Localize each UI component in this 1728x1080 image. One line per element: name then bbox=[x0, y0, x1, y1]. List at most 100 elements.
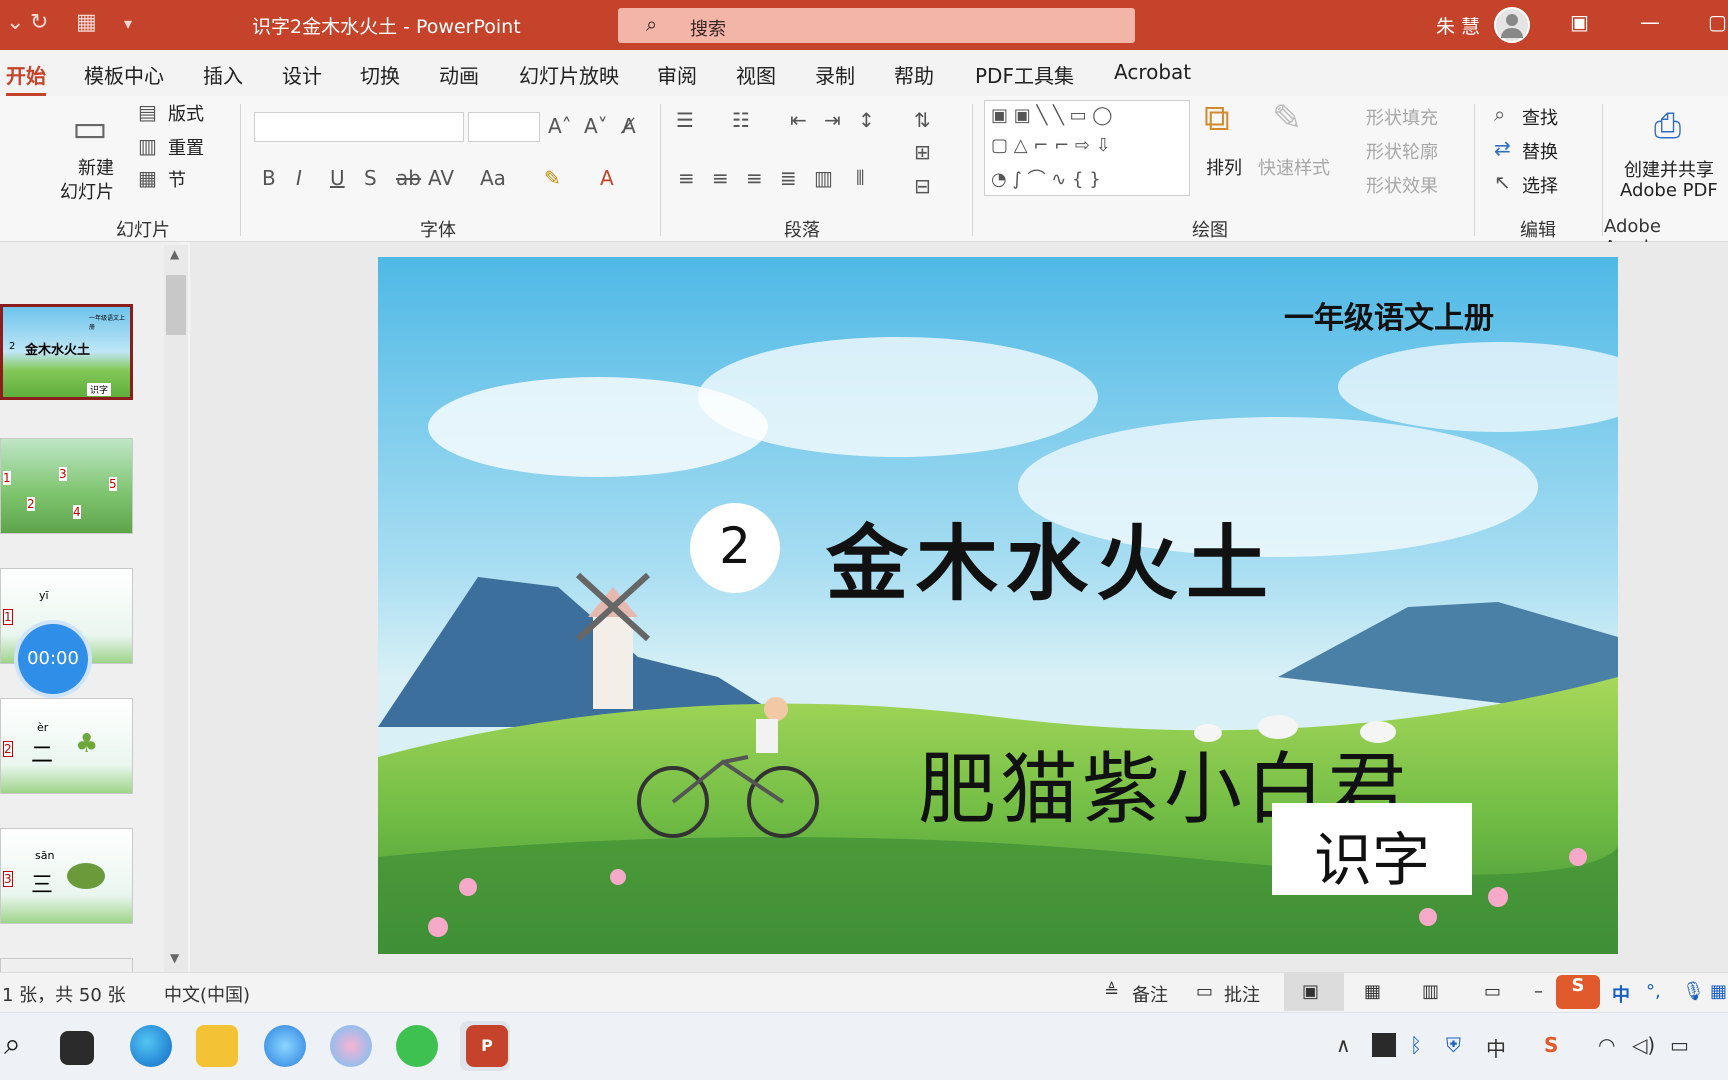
shapes-gallery[interactable]: ▣ ▣ ╲ ╲ ▭ ◯ ▢ △ ⌐ ⌐ ⇨ ⇩ ◔ ∫ ⌒ ∿ { } bbox=[984, 100, 1190, 196]
app-icon[interactable] bbox=[330, 1025, 372, 1067]
quick-styles-icon[interactable]: ✎ bbox=[1272, 98, 1302, 139]
arrange-button[interactable]: 排列 bbox=[1206, 154, 1242, 180]
shape-effects-button[interactable]: 形状效果 bbox=[1366, 172, 1438, 198]
lesson-number-circle[interactable]: 2 bbox=[690, 503, 780, 593]
text-direction-icon[interactable]: ⇅ bbox=[914, 108, 931, 132]
textbox-shape-icon[interactable]: ▣ ▣ ╲ ╲ ▭ ◯ bbox=[991, 105, 1112, 126]
search-box[interactable]: ⌕ 搜索 bbox=[618, 8, 1135, 43]
find-icon[interactable]: ⌕ bbox=[1494, 102, 1505, 126]
bluetooth-icon[interactable]: ᛒ bbox=[1410, 1033, 1422, 1057]
comments-button[interactable]: 批注 bbox=[1224, 981, 1260, 1007]
reset-icon[interactable]: ▥ bbox=[138, 134, 157, 158]
maximize-icon[interactable]: ▢ bbox=[1708, 10, 1727, 34]
font-size-select[interactable] bbox=[468, 112, 540, 142]
section-icon[interactable]: ▦ bbox=[138, 166, 157, 190]
scroll-down-icon[interactable]: ▼ bbox=[170, 951, 179, 965]
layout-button[interactable]: 版式 bbox=[168, 100, 204, 126]
layout-icon[interactable]: ▤ bbox=[138, 100, 157, 124]
font-color-icon[interactable]: A bbox=[600, 166, 614, 190]
edge-icon[interactable] bbox=[130, 1025, 172, 1067]
italic-icon[interactable]: I bbox=[296, 166, 302, 190]
freeform-shapes-icon[interactable]: ◔ ∫ ⌒ ∿ { } bbox=[991, 165, 1101, 191]
tab-slideshow[interactable]: 幻灯片放映 bbox=[519, 60, 619, 89]
ime-tray[interactable]: 中 bbox=[1486, 1033, 1506, 1062]
tab-transitions[interactable]: 切换 bbox=[360, 60, 400, 89]
align-left-icon[interactable]: ≡ bbox=[678, 166, 695, 190]
smartart-icon[interactable]: ⊟ bbox=[914, 174, 931, 198]
notes-icon[interactable]: ≜ bbox=[1104, 981, 1119, 1002]
presentation-icon[interactable]: ▦ bbox=[76, 10, 97, 35]
redo-icon[interactable]: ↻ bbox=[30, 10, 48, 35]
font-family-select[interactable] bbox=[254, 112, 464, 142]
decrease-indent-icon[interactable]: ⇤ bbox=[790, 108, 807, 132]
tag-box[interactable]: 识字 bbox=[1272, 803, 1472, 895]
microphone-icon[interactable]: 🎙 bbox=[1682, 981, 1705, 1002]
create-share-button[interactable]: 创建并共享 bbox=[1624, 156, 1714, 182]
recording-timer[interactable]: 00:00 bbox=[18, 624, 88, 694]
file-explorer-icon[interactable] bbox=[196, 1025, 238, 1067]
shadow-icon[interactable]: S bbox=[364, 166, 377, 190]
thumbnail-scrollbar[interactable]: ▲ ▼ bbox=[164, 245, 188, 972]
shape-fill-button[interactable]: 形状填充 bbox=[1366, 104, 1438, 130]
arrange-icon[interactable]: ⧉ bbox=[1204, 98, 1230, 140]
char-spacing-icon[interactable]: AV bbox=[428, 166, 454, 190]
comments-icon[interactable]: ▭ bbox=[1196, 981, 1213, 1002]
tab-pdf-tools[interactable]: PDF工具集 bbox=[975, 60, 1074, 89]
zoom-out-icon[interactable]: – bbox=[1534, 981, 1543, 1002]
user-name[interactable]: 朱 慧 bbox=[1436, 12, 1480, 39]
strikethrough-icon[interactable]: ab bbox=[396, 166, 421, 190]
tab-template-center[interactable]: 模板中心 bbox=[84, 60, 164, 89]
defender-icon[interactable]: ⛨ bbox=[1446, 1033, 1461, 1057]
volume-icon[interactable]: ◁) bbox=[1632, 1033, 1655, 1057]
slide-sorter-icon[interactable]: ▦ bbox=[1364, 981, 1381, 1002]
line-spacing-icon[interactable]: ↕ bbox=[858, 108, 875, 132]
language-indicator[interactable]: 中文(中国) bbox=[164, 981, 250, 1007]
grow-font-icon[interactable]: A˄ bbox=[548, 114, 572, 138]
tab-acrobat[interactable]: Acrobat bbox=[1114, 60, 1191, 84]
slide-subject-title[interactable]: 一年级语文上册 bbox=[1284, 293, 1494, 337]
select-button[interactable]: 选择 bbox=[1522, 172, 1558, 198]
slide-thumbnail-4[interactable]: èr 2 二 ♣ bbox=[0, 698, 133, 794]
distribute-icon[interactable]: ▥ bbox=[814, 166, 833, 190]
lesson-title[interactable]: 金木水火土 bbox=[826, 497, 1276, 616]
slide-thumbnail-5[interactable]: sān 3 三 bbox=[0, 828, 133, 924]
tab-view[interactable]: 视图 bbox=[736, 60, 776, 89]
slideshow-view-icon[interactable]: ▭ bbox=[1484, 981, 1501, 1002]
align-center-icon[interactable]: ≡ bbox=[712, 166, 729, 190]
battery-icon[interactable]: ▭ bbox=[1670, 1033, 1689, 1057]
slide-thumbnail-2[interactable]: 1 3 5 2 4 bbox=[0, 438, 133, 534]
align-text-icon[interactable]: ⊞ bbox=[914, 140, 931, 164]
numbering-icon[interactable]: ☷ bbox=[732, 108, 750, 132]
sogou-ime-icon[interactable]: S bbox=[1556, 975, 1600, 1009]
columns-icon[interactable]: ⫴ bbox=[856, 166, 864, 190]
shape-outline-button[interactable]: 形状轮廓 bbox=[1366, 138, 1438, 164]
tab-insert[interactable]: 插入 bbox=[203, 60, 243, 89]
wifi-icon[interactable]: ◠ bbox=[1598, 1033, 1615, 1057]
change-case-icon[interactable]: Aa bbox=[480, 166, 506, 190]
punctuation-icon[interactable]: °, bbox=[1646, 981, 1661, 1002]
new-slide-button[interactable]: 新建 bbox=[78, 154, 114, 180]
slide-thumbnail-1[interactable]: 一年级语文上册 2 金木水火土 识字 bbox=[0, 304, 133, 400]
bold-icon[interactable]: B bbox=[262, 166, 276, 190]
current-slide[interactable]: 一年级语文上册 2 金木水火土 肥猫紫小白君 识字 bbox=[378, 257, 1618, 954]
underline-icon[interactable]: U bbox=[330, 166, 345, 190]
show-hidden-icons[interactable]: ∧ bbox=[1336, 1033, 1351, 1057]
minimize-icon[interactable]: — bbox=[1640, 10, 1660, 34]
tab-animations[interactable]: 动画 bbox=[439, 60, 479, 89]
tab-help[interactable]: 帮助 bbox=[894, 60, 934, 89]
replace-button[interactable]: 替换 bbox=[1522, 138, 1558, 164]
ime-mode[interactable]: 中 bbox=[1612, 981, 1630, 1007]
search-icon[interactable]: ⌕ bbox=[4, 1027, 21, 1062]
undo-icon[interactable]: ⌄ bbox=[6, 10, 24, 35]
create-share-button-2[interactable]: Adobe PDF bbox=[1620, 180, 1718, 201]
wechat-icon[interactable] bbox=[396, 1025, 438, 1067]
align-right-icon[interactable]: ≡ bbox=[746, 166, 763, 190]
justify-icon[interactable]: ≣ bbox=[780, 166, 797, 190]
ribbon-display-icon[interactable]: ▣ bbox=[1570, 10, 1589, 34]
sogou-tray-icon[interactable]: S bbox=[1544, 1033, 1558, 1057]
tab-review[interactable]: 审阅 bbox=[657, 60, 697, 89]
section-button[interactable]: 节 bbox=[168, 166, 186, 192]
new-slide-icon[interactable]: ▭ bbox=[72, 106, 108, 150]
tab-home[interactable]: 开始 bbox=[6, 60, 46, 97]
replace-icon[interactable]: ⇄ bbox=[1494, 136, 1511, 160]
